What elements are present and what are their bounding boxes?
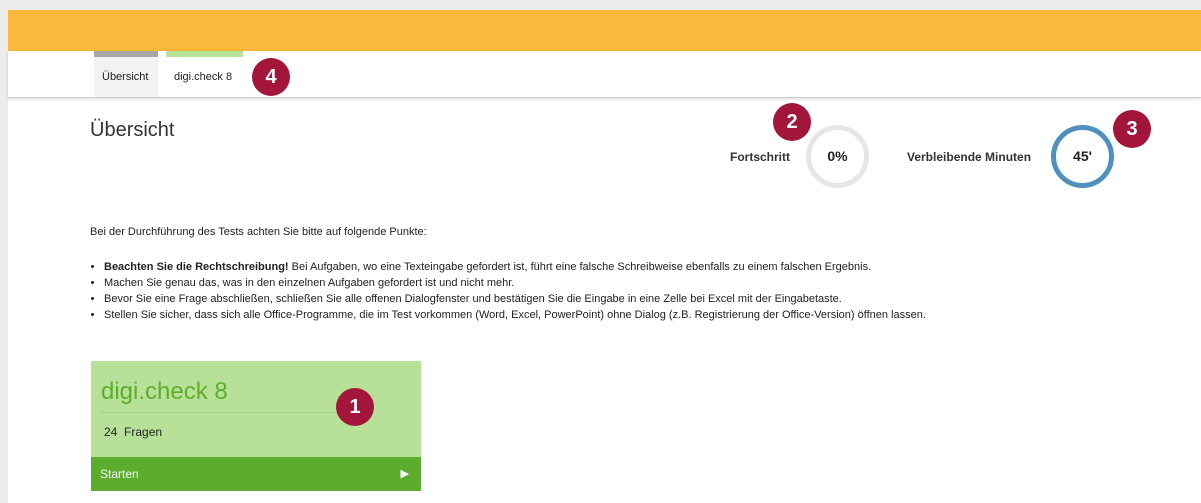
tab-bar: Übersicht digi.check 8 [8, 51, 1201, 98]
instruction-text: Bevor Sie eine Frage abschließen, schlie… [104, 293, 842, 305]
progress-value: 0% [827, 148, 848, 164]
question-count-number: 24 [104, 425, 118, 439]
annotation-badge-3: 3 [1113, 110, 1151, 148]
instruction-text: Stellen Sie sicher, dass sich alle Offic… [104, 309, 926, 321]
top-header-bar [8, 10, 1201, 51]
test-card: digi.check 8 24 Fragen Starten ▶ [91, 361, 421, 491]
page-title: Übersicht [90, 119, 175, 141]
instructions-intro: Bei der Durchführung des Tests achten Si… [90, 226, 427, 238]
question-count-label: Fragen [124, 425, 163, 439]
instruction-item: Machen Sie genau das, was in den einzeln… [104, 275, 1104, 291]
question-count: 24 Fragen [104, 425, 162, 439]
remaining-minutes-label: Verbleibende Minuten [907, 150, 1032, 164]
test-card-title: digi.check 8 [101, 378, 228, 405]
progress-label: Fortschritt [730, 150, 790, 164]
app-frame: Übersicht digi.check 8 Übersicht Fortsch… [8, 10, 1201, 503]
test-card-divider [101, 412, 339, 413]
tab-digicheck[interactable]: digi.check 8 [166, 51, 243, 97]
start-button[interactable]: Starten ▶ [91, 457, 421, 491]
instruction-item: Bevor Sie eine Frage abschließen, schlie… [104, 291, 1104, 307]
instruction-item: Stellen Sie sicher, dass sich alle Offic… [104, 307, 1104, 323]
instruction-text: Machen Sie genau das, was in den einzeln… [104, 277, 515, 289]
annotation-badge-4: 4 [252, 58, 290, 96]
instructions-list: Beachten Sie die Rechtschreibung! Bei Au… [90, 259, 1104, 323]
start-button-label: Starten [100, 467, 139, 481]
annotation-badge-2: 2 [773, 103, 811, 141]
instruction-emphasis: Beachten Sie die Rechtschreibung! [104, 261, 289, 273]
instruction-text: Bei Aufgaben, wo eine Texteingabe geford… [288, 261, 872, 273]
tab-overview[interactable]: Übersicht [94, 51, 158, 97]
progress-ring: 0% [806, 125, 869, 188]
annotation-badge-1: 1 [336, 388, 374, 426]
remaining-minutes-ring: 45' [1051, 125, 1114, 188]
remaining-minutes-value: 45' [1073, 148, 1092, 164]
instruction-item: Beachten Sie die Rechtschreibung! Bei Au… [104, 259, 1104, 275]
play-icon: ▶ [400, 468, 409, 480]
